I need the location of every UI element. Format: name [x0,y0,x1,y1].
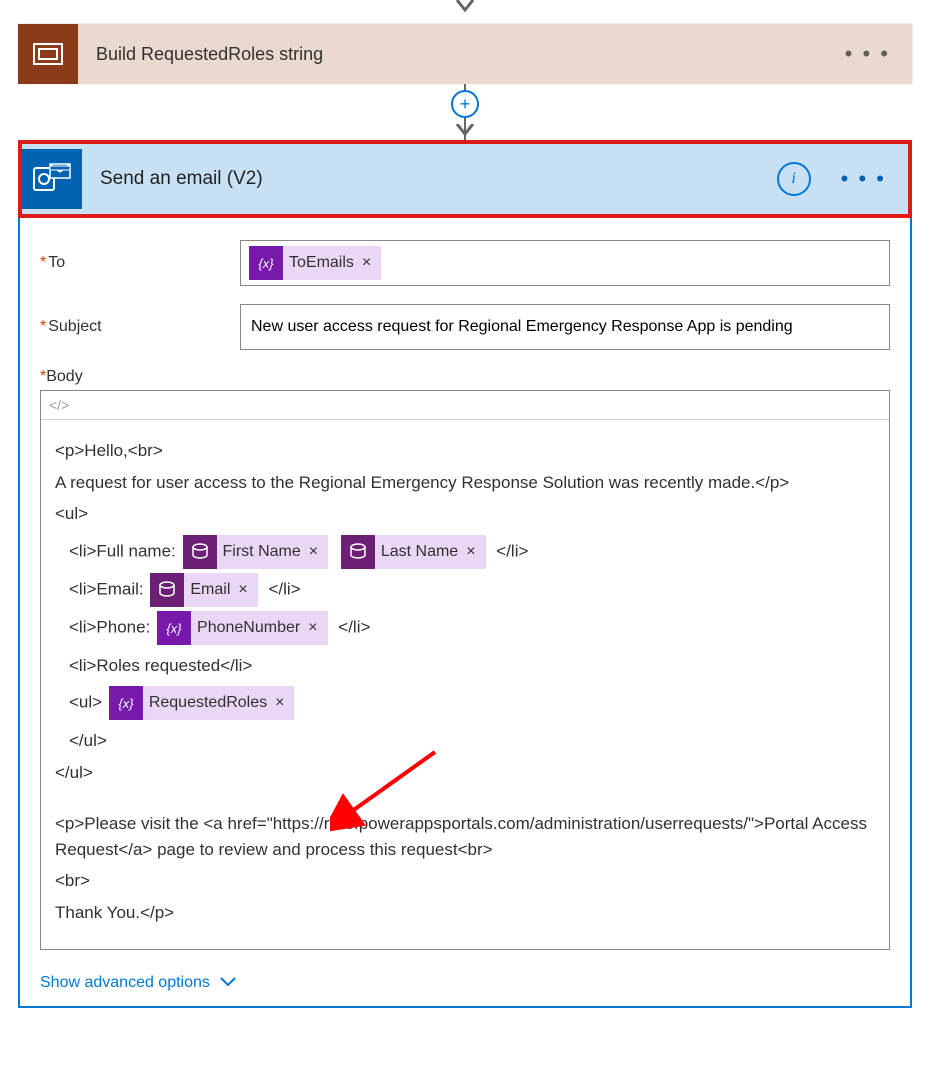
action-title: Build RequestedRoles string [78,44,823,65]
action-build-requestedroles[interactable]: Build RequestedRoles string • • • [18,24,912,84]
database-icon [150,573,184,607]
body-text: <li>Roles requested</li> [55,653,875,679]
body-text: <p>Please visit the <a href="https://rer… [55,811,875,862]
body-text: </li> [496,541,528,560]
body-text: </li> [268,579,300,598]
subject-field[interactable] [247,312,883,342]
action-send-email-panel: *To {x} ToEmails × *Subject *Body [18,218,912,1008]
body-text: <ul> [55,501,875,527]
flow-arrow-bottom [453,124,477,142]
subject-input[interactable] [240,304,890,350]
outlook-icon [22,149,82,209]
body-text: <p>Hello,<br> [55,438,875,464]
body-text: A request for user access to the Regiona… [55,470,875,496]
database-icon [183,535,217,569]
subject-label: *Subject [40,318,240,336]
body-text: <li>Email: [69,579,144,598]
variable-icon [18,24,78,84]
to-label: *To [40,254,240,272]
pill-requestedroles[interactable]: {x} RequestedRoles × [109,686,295,720]
body-text: <li>Phone: [69,617,150,636]
body-label: *Body [40,368,890,386]
body-text: <ul> [69,692,102,711]
pill-remove[interactable]: × [238,572,257,608]
pill-firstname[interactable]: First Name × [183,535,329,569]
pill-remove[interactable]: × [362,254,381,272]
pill-remove[interactable]: × [308,610,327,646]
pill-email[interactable]: Email × [150,573,257,607]
svg-text:{x}: {x} [166,621,182,636]
body-text: Thank You.</p> [55,900,875,926]
body-text: </ul> [55,760,875,786]
expression-icon: {x} [109,686,143,720]
body-text: <br> [55,868,875,894]
blank-line [55,791,875,805]
pill-toemails[interactable]: {x} ToEmails × [249,246,381,280]
chevron-down-icon [220,974,236,992]
svg-text:{x}: {x} [258,256,274,271]
body-text: </ul> [55,728,875,754]
action-title: Send an email (V2) [82,168,777,190]
pill-remove[interactable]: × [466,534,485,570]
add-step-button[interactable]: + [451,90,479,118]
svg-text:{x}: {x} [118,696,134,711]
pill-remove[interactable]: × [309,534,328,570]
body-text: </li> [338,617,370,636]
body-text: <li>Full name: [69,541,176,560]
pill-remove[interactable]: × [275,685,294,721]
pill-phone[interactable]: {x} PhoneNumber × [157,611,328,645]
info-icon[interactable]: i [777,162,811,196]
expression-icon: {x} [249,246,283,280]
body-editor[interactable]: <p>Hello,<br> A request for user access … [41,420,889,949]
database-icon [341,535,375,569]
expression-icon: {x} [157,611,191,645]
action-menu-button[interactable]: • • • [823,41,912,67]
action-menu-button[interactable]: • • • [819,166,908,192]
action-send-email-header[interactable]: Send an email (V2) i • • • [22,144,908,214]
show-advanced-options[interactable]: Show advanced options [40,974,890,992]
to-input[interactable]: {x} ToEmails × [240,240,890,286]
body-toolbar: </> [41,391,889,420]
code-view-toggle[interactable]: </> [49,397,69,413]
pill-lastname[interactable]: Last Name × [341,535,486,569]
flow-arrow-top [0,0,930,24]
